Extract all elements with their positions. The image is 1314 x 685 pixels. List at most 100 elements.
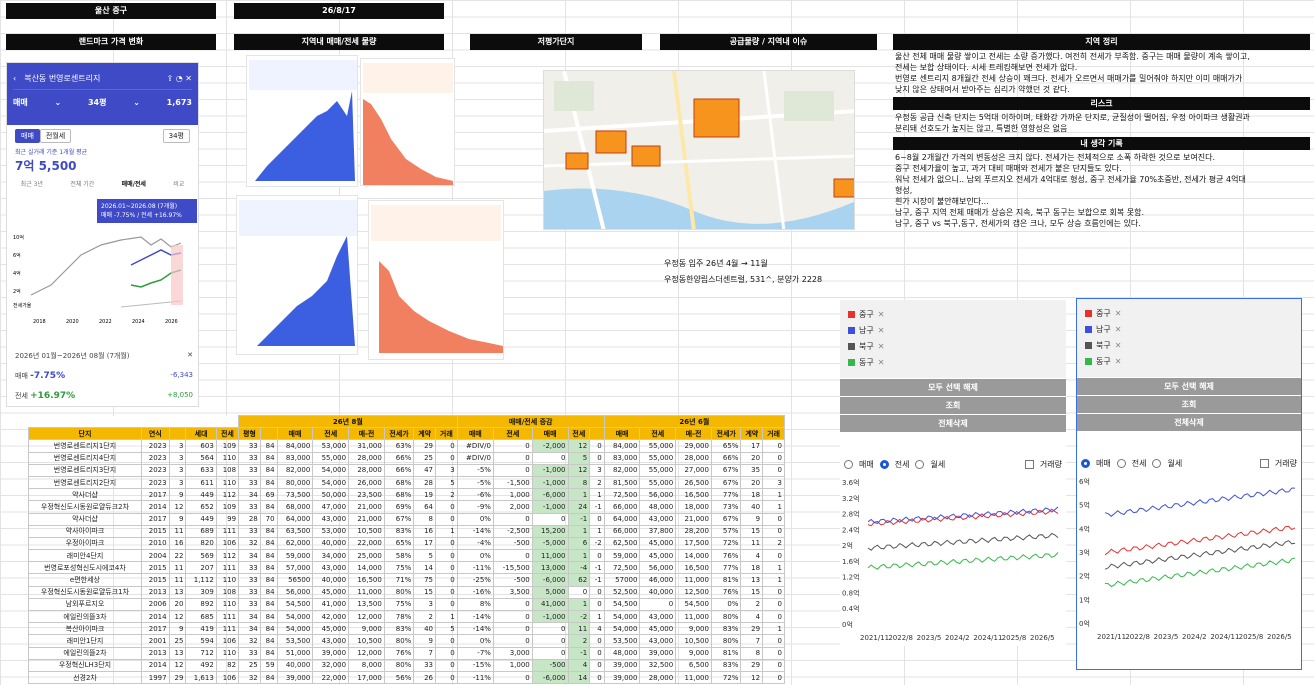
column-header[interactable]: 전세 — [639, 427, 677, 441]
remove-icon[interactable]: ✕ — [878, 358, 885, 367]
apt-name-cell: 번영로센트리지1단지 — [28, 439, 142, 453]
legend-item[interactable]: 중구 ✕ — [848, 306, 1058, 322]
column-header[interactable] — [168, 427, 187, 441]
table-cell: 0 — [762, 439, 785, 453]
query-button[interactable]: 조회 — [1077, 396, 1301, 413]
remove-icon[interactable]: ✕ — [1115, 341, 1122, 350]
remove-icon[interactable]: ✕ — [1115, 309, 1122, 318]
legend-item[interactable]: 동구 ✕ — [848, 354, 1058, 370]
table-cell: 8 — [567, 475, 591, 490]
column-header[interactable]: 매매 — [603, 427, 641, 441]
volume-checkbox[interactable] — [1024, 459, 1034, 469]
legend-item[interactable]: 남구 ✕ — [848, 322, 1058, 338]
table-cell: 419 — [185, 622, 217, 636]
column-header[interactable]: 전세가 — [710, 427, 742, 441]
table-cell: 72% — [710, 670, 742, 685]
range-tab[interactable]: 매매/전세 — [122, 179, 146, 188]
radio-sale[interactable] — [1081, 458, 1090, 468]
table-cell: 2013 — [140, 646, 170, 660]
deal-type-select[interactable]: 매매 — [13, 97, 28, 108]
table-cell: 77% — [710, 561, 742, 575]
column-header[interactable] — [589, 427, 605, 441]
delete-all-button[interactable]: 전체삭제 — [1077, 414, 1301, 431]
table-cell: 11,000 — [531, 549, 569, 563]
table-cell: 99 — [215, 512, 240, 526]
column-header[interactable]: 전세 — [215, 427, 240, 441]
column-header[interactable]: 전세 — [312, 427, 350, 441]
column-header[interactable]: 평형 — [238, 427, 261, 441]
table-cell: 29,000 — [675, 439, 712, 453]
range-tab[interactable]: 전체 기간 — [70, 179, 94, 188]
column-header[interactable]: 전세가 — [383, 427, 415, 441]
table-cell: -2,000 — [531, 439, 569, 453]
delete-all-button[interactable]: 전체삭제 — [840, 415, 1066, 432]
query-button[interactable]: 조회 — [840, 397, 1066, 414]
legend-item[interactable]: 북구 ✕ — [848, 338, 1058, 354]
column-header[interactable]: 매매 — [456, 427, 494, 441]
radio-sale[interactable] — [844, 459, 853, 469]
column-header[interactable]: 전세 — [567, 427, 591, 441]
legend-item[interactable]: 남구 ✕ — [1085, 321, 1293, 337]
thought-line: 흰가 시장이 불안해보인다... — [895, 197, 989, 206]
size-chip[interactable]: 34평 — [162, 129, 190, 143]
column-header[interactable]: 매매 — [531, 427, 569, 441]
table-cell: 0 — [492, 463, 533, 477]
apt-name-cell: 약사더샵 — [28, 512, 142, 526]
table-cell: 26,000 — [348, 475, 385, 490]
map-view[interactable] — [543, 70, 855, 230]
column-header[interactable]: 거래 — [435, 427, 458, 441]
column-header[interactable]: 계약 — [740, 427, 764, 441]
radio-monthly[interactable] — [915, 459, 925, 469]
line-chart-right: 6억5억4억3억2억1억0억2021/11 2022/8 2023/5 2024/2 2… — [1079, 478, 1296, 641]
column-header[interactable]: 계약 — [413, 427, 436, 441]
table-cell: 0 — [762, 524, 785, 538]
range-tab[interactable]: 비교 — [173, 179, 184, 188]
map-drawing — [544, 71, 854, 229]
remove-icon[interactable]: ✕ — [878, 326, 885, 335]
column-header[interactable]: 매-전 — [348, 427, 385, 441]
table-cell: 106 — [215, 670, 240, 685]
size-select[interactable]: 34평 — [88, 97, 107, 108]
column-header[interactable]: 전세 — [492, 427, 533, 441]
table-cell: 41,000 — [312, 597, 350, 612]
remove-icon[interactable]: ✕ — [1115, 357, 1122, 366]
table-cell: 0 — [435, 597, 458, 612]
volume-checkbox[interactable] — [1259, 458, 1269, 468]
table-cell: 5 — [567, 451, 591, 465]
column-header[interactable]: 단지 — [28, 427, 142, 441]
column-header[interactable]: 매매 — [276, 427, 314, 441]
y-label: 10억 — [13, 234, 24, 241]
table-cell: 28,000 — [348, 463, 385, 477]
listing-count[interactable]: 1,673 — [167, 98, 192, 107]
table-cell: 712 — [185, 646, 217, 660]
tab-jeonse[interactable]: 전월세 — [39, 129, 72, 143]
legend-item[interactable]: 동구 ✕ — [1085, 353, 1293, 369]
back-icon[interactable]: ‹ — [13, 74, 16, 83]
column-header[interactable]: 연식 — [140, 427, 170, 441]
tab-sale[interactable]: 매매 — [15, 129, 40, 143]
table-cell: 14 — [567, 670, 591, 685]
table-cell: 1 — [567, 597, 591, 612]
legend-item[interactable]: 북구 ✕ — [1085, 337, 1293, 353]
close-icon[interactable]: ✕ — [187, 351, 193, 361]
remove-icon[interactable]: ✕ — [878, 342, 885, 351]
table-cell: 83,000 — [276, 451, 314, 465]
table-cell: 4 — [740, 609, 764, 624]
column-header[interactable]: 매-전 — [675, 427, 712, 441]
range-tab[interactable]: 최근 3년 — [21, 179, 43, 188]
legend-item[interactable]: 중구 ✕ — [1085, 305, 1293, 321]
table-cell: 1 — [762, 573, 785, 587]
deselect-all-button[interactable]: 모두 선택 해제 — [1077, 378, 1301, 395]
column-header[interactable]: 거래 — [762, 427, 785, 441]
remove-icon[interactable]: ✕ — [878, 310, 885, 319]
radio-jeonse[interactable] — [1116, 458, 1126, 468]
column-header[interactable]: 세대 — [185, 427, 217, 441]
table-cell: 28 — [413, 475, 436, 490]
column-header[interactable] — [259, 427, 278, 441]
radio-jeonse[interactable] — [879, 459, 889, 469]
share-icon[interactable]: ⇪ ◔ ✕ — [167, 74, 192, 83]
remove-icon[interactable]: ✕ — [1115, 325, 1122, 334]
deselect-all-button[interactable]: 모두 선택 해제 — [840, 379, 1066, 396]
radio-monthly[interactable] — [1152, 458, 1162, 468]
table-cell: 17 — [413, 536, 436, 551]
